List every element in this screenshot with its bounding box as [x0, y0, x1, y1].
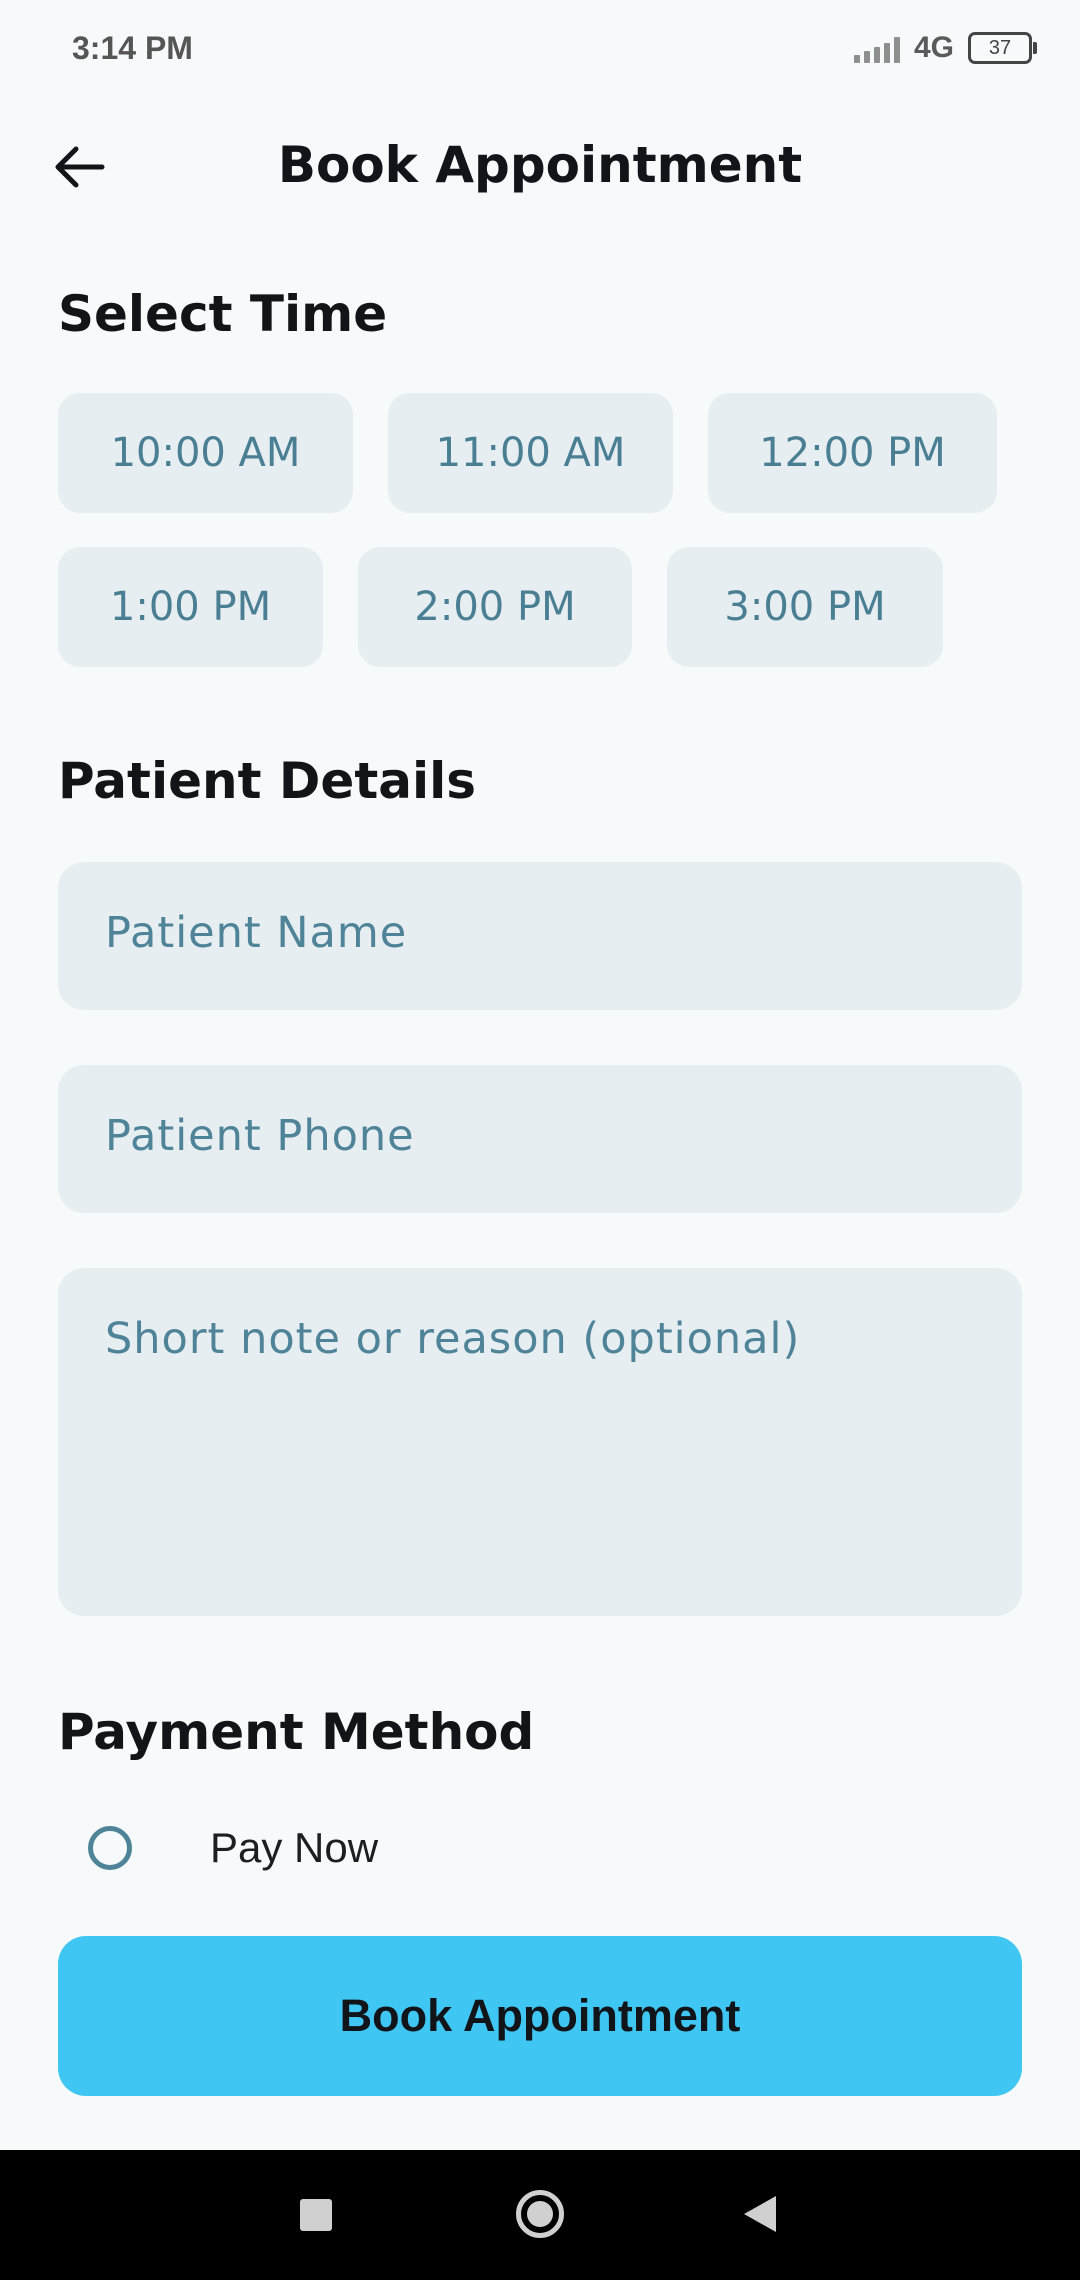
payment-option-pay-now[interactable]: Pay Now	[88, 1820, 378, 1876]
system-back-icon[interactable]	[744, 2196, 776, 2232]
patient-phone-placeholder: Patient Phone	[105, 1111, 415, 1161]
select-time-heading: Select Time	[58, 285, 388, 343]
signal-icon	[853, 33, 900, 63]
battery-level: 37	[988, 36, 1012, 59]
time-slot-chip[interactable]: 3:00 PM	[667, 547, 943, 667]
payment-option-label: Pay Now	[210, 1824, 379, 1871]
page-title: Book Appointment	[277, 136, 803, 194]
home-icon[interactable]	[516, 2190, 564, 2238]
time-slot-chip[interactable]: 2:00 PM	[358, 547, 632, 667]
patient-details-heading: Patient Details	[58, 752, 476, 810]
network-type: 4G	[913, 31, 954, 64]
note-textarea[interactable]: Short note or reason (optional)	[58, 1268, 1022, 1616]
status-time: 3:14 PM	[72, 29, 193, 66]
radio-button[interactable]	[88, 1826, 132, 1870]
status-bar: 3:14 PM 4G 37	[0, 0, 1080, 96]
patient-name-placeholder: Patient Name	[105, 908, 408, 958]
time-slot-chip[interactable]: 10:00 AM	[58, 393, 353, 513]
recents-icon[interactable]	[300, 2199, 332, 2231]
time-slot-chip[interactable]: 1:00 PM	[58, 547, 323, 667]
payment-method-heading: Payment Method	[58, 1703, 535, 1761]
app-bar: Book Appointment	[0, 120, 1080, 210]
battery-icon: 37	[968, 32, 1037, 64]
time-slot-chip[interactable]: 12:00 PM	[708, 393, 997, 513]
note-placeholder: Short note or reason (optional)	[105, 1314, 801, 1364]
patient-name-input[interactable]: Patient Name	[58, 862, 1022, 1010]
patient-phone-input[interactable]: Patient Phone	[58, 1065, 1022, 1213]
time-slot-chip[interactable]: 11:00 AM	[388, 393, 673, 513]
status-indicators: 4G 37	[853, 31, 1037, 65]
system-nav-bar	[0, 2150, 1080, 2280]
book-appointment-button[interactable]: Book Appointment	[58, 1936, 1022, 2096]
